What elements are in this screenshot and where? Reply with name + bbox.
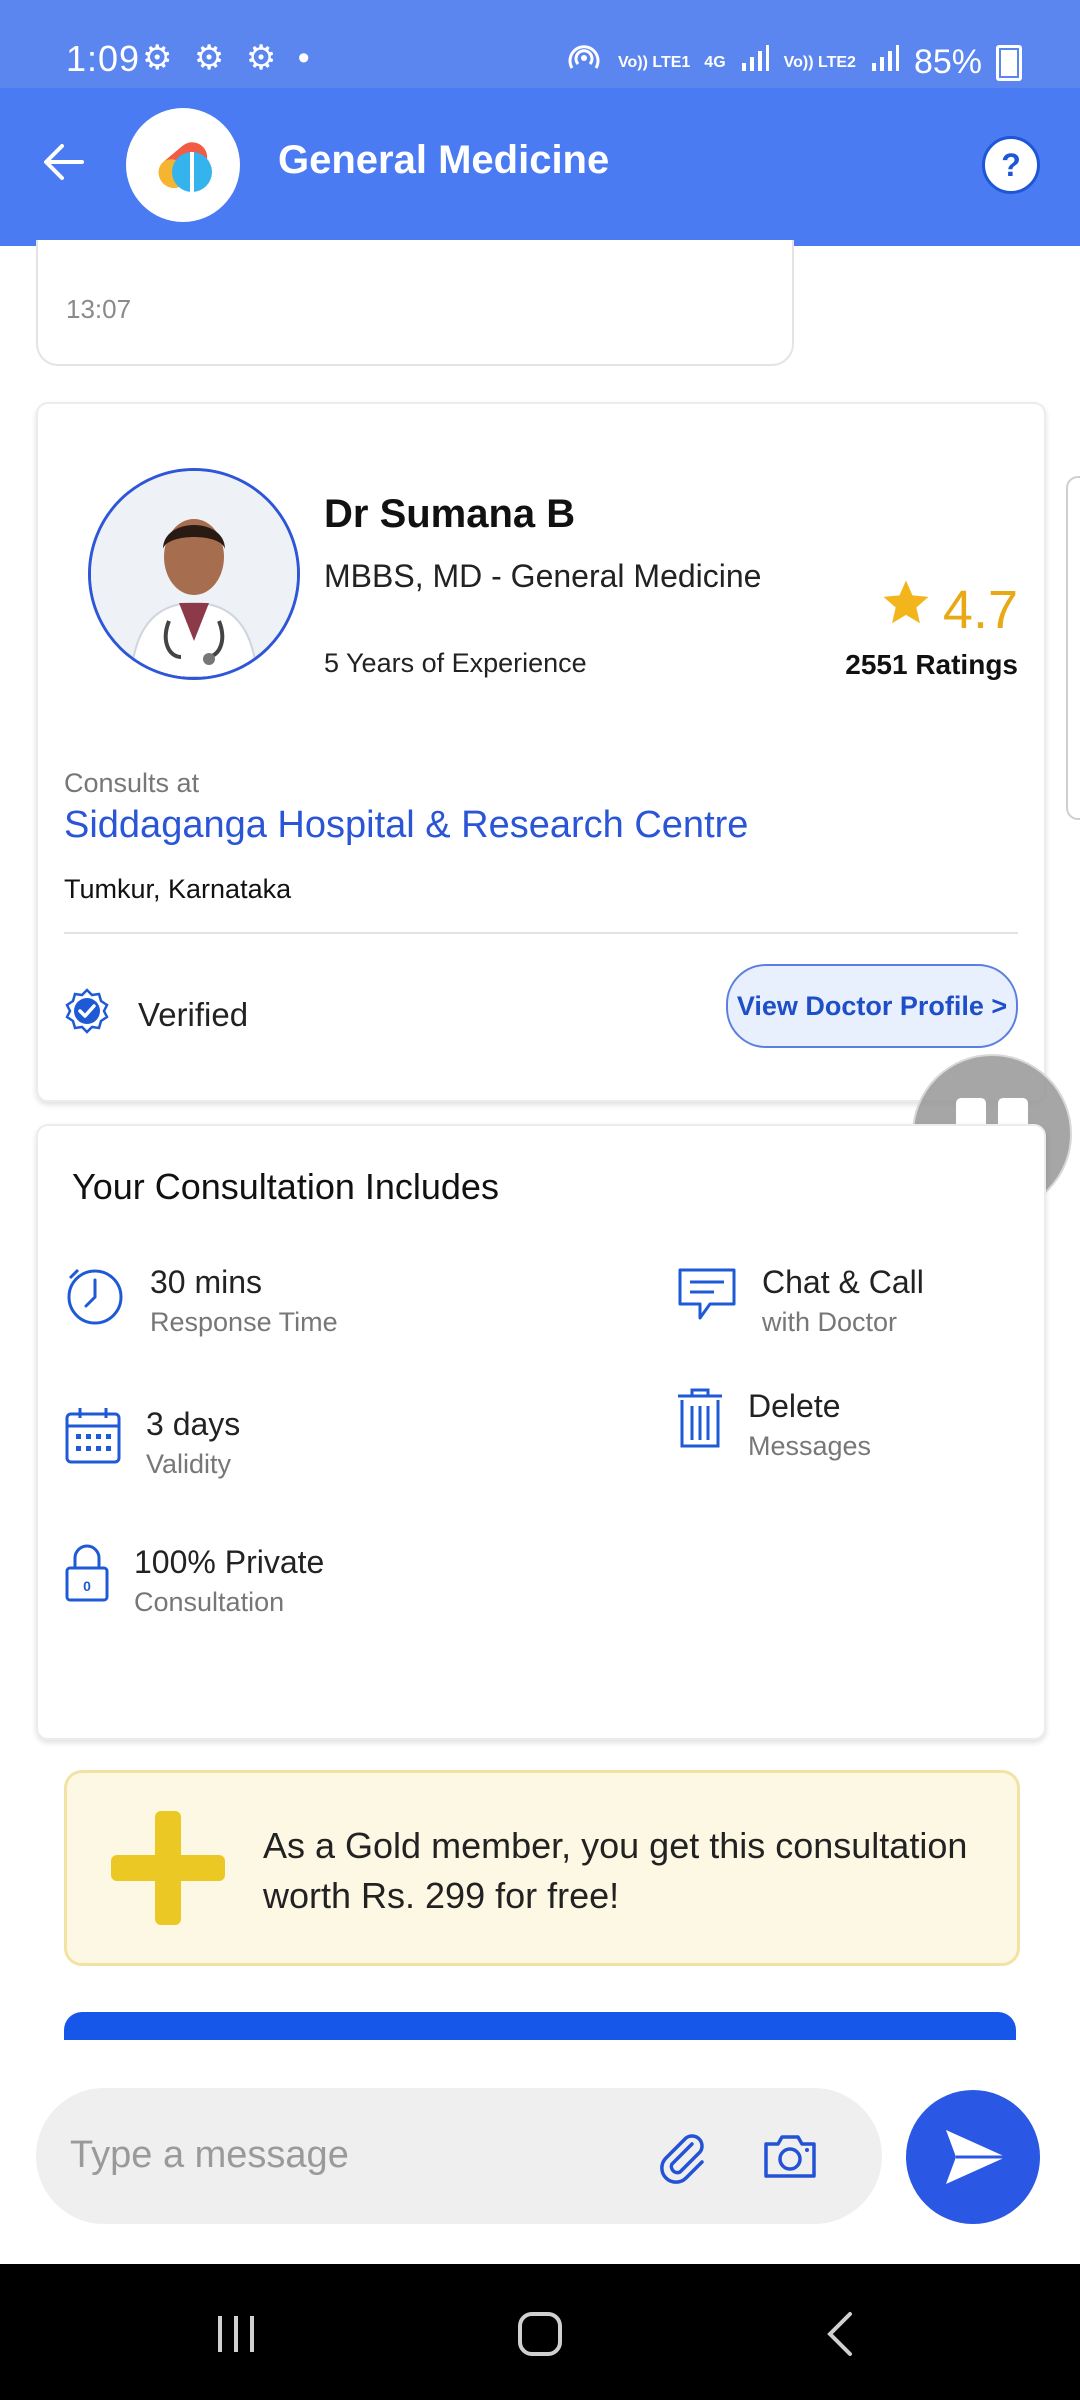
network-type: 4G [704, 53, 726, 71]
action-button-partial[interactable] [64, 2012, 1016, 2040]
trash-icon [676, 1388, 724, 1455]
feature-validity: 3 days Validity [64, 1406, 240, 1480]
message-composer: Type a message [0, 2040, 1080, 2264]
ratings-count: 2551 Ratings [845, 649, 1018, 680]
verified-badge-icon [64, 988, 110, 1042]
status-time: 1:09 [66, 38, 141, 79]
verified-label: Verified [138, 996, 249, 1033]
star-icon [879, 576, 933, 643]
lte1-label: Vo)) LTE1 [618, 53, 691, 71]
feature-response-time: 30 mins Response Time [64, 1264, 338, 1338]
view-doctor-profile-button[interactable]: View Doctor Profile > [726, 964, 1018, 1048]
rating-value: 4.7 [942, 579, 1018, 640]
feature-sub: with Doctor [762, 1307, 898, 1337]
chat-icon [676, 1264, 738, 1331]
notification-icons: ⚙ ⚙ ⚙ • [142, 39, 316, 77]
gold-member-text: As a Gold member, you get this consultat… [263, 1825, 968, 1916]
camera-icon[interactable] [762, 2128, 818, 2184]
feature-main: 30 mins [150, 1264, 263, 1300]
message-time: 13:07 [66, 294, 132, 324]
doctor-card: Dr Sumana B MBBS, MD - General Medicine … [36, 402, 1046, 1102]
feature-private: 0 100% Private Consultation [64, 1544, 324, 1618]
svg-text:0: 0 [83, 1578, 91, 1594]
feature-main: 3 days [146, 1406, 241, 1442]
doctor-rating: 4.7 2551 Ratings [845, 576, 1018, 681]
side-panel-handle[interactable] [1066, 476, 1080, 820]
battery-icon [996, 44, 1022, 81]
attachment-icon[interactable] [656, 2130, 710, 2184]
feature-delete-messages: Delete Messages [676, 1388, 871, 1462]
hotspot-icon [564, 40, 604, 85]
consultation-includes-card: Your Consultation Includes 30 mins Respo… [36, 1124, 1046, 1740]
doctor-avatar [88, 468, 300, 680]
doctor-experience: 5 Years of Experience [324, 648, 587, 678]
send-button[interactable] [906, 2090, 1040, 2224]
doctor-qualification: MBBS, MD - General Medicine [324, 558, 762, 594]
home-icon[interactable] [512, 2306, 568, 2362]
consults-at-label: Consults at [64, 768, 200, 798]
send-icon [906, 2130, 1040, 2228]
consultation-includes-title: Your Consultation Includes [72, 1166, 499, 1207]
hospital-location: Tumkur, Karnataka [64, 874, 292, 904]
card-divider [64, 932, 1018, 934]
message-placeholder: Type a message [70, 2134, 349, 2176]
lte2-label: Vo)) LTE2 [783, 53, 856, 71]
message-input[interactable]: Type a message [36, 2088, 882, 2224]
page-title: General Medicine [278, 138, 610, 182]
feature-sub: Messages [748, 1431, 872, 1461]
feature-main: 100% Private [134, 1544, 325, 1580]
help-button[interactable]: ? [982, 136, 1040, 194]
app-logo [126, 108, 240, 222]
lock-icon: 0 [64, 1544, 110, 1609]
previous-message-bubble: 13:07 [36, 240, 794, 366]
feature-main: Chat & Call [762, 1264, 924, 1300]
feature-chat-call: Chat & Call with Doctor [676, 1264, 924, 1338]
system-nav-bar [0, 2264, 1080, 2400]
feature-sub: Validity [146, 1449, 232, 1479]
app-header: General Medicine ? [0, 88, 1080, 246]
clock-icon [64, 1264, 126, 1331]
recent-apps-icon[interactable] [208, 2306, 264, 2362]
signal-icon-2 [870, 43, 900, 82]
signal-icon [740, 43, 770, 82]
battery-level: 85% [913, 43, 982, 81]
status-right: Vo)) LTE1 4G Vo)) LTE2 85% [564, 40, 1022, 85]
gold-member-banner: As a Gold member, you get this consultat… [64, 1770, 1020, 1966]
feature-main: Delete [748, 1388, 841, 1424]
back-nav-icon[interactable] [814, 2306, 870, 2362]
hospital-link[interactable]: Siddaganga Hospital & Research Centre [64, 804, 748, 847]
back-arrow-icon[interactable] [36, 134, 92, 190]
verified-status: Verified [64, 988, 248, 1042]
feature-sub: Response Time [150, 1307, 338, 1337]
doctor-name: Dr Sumana B [324, 492, 576, 536]
feature-sub: Consultation [134, 1587, 285, 1617]
status-bar: 1:09 ⚙ ⚙ ⚙ • Vo)) LTE1 4G Vo)) LTE2 85% [0, 0, 1080, 88]
calendar-icon [64, 1406, 122, 1471]
